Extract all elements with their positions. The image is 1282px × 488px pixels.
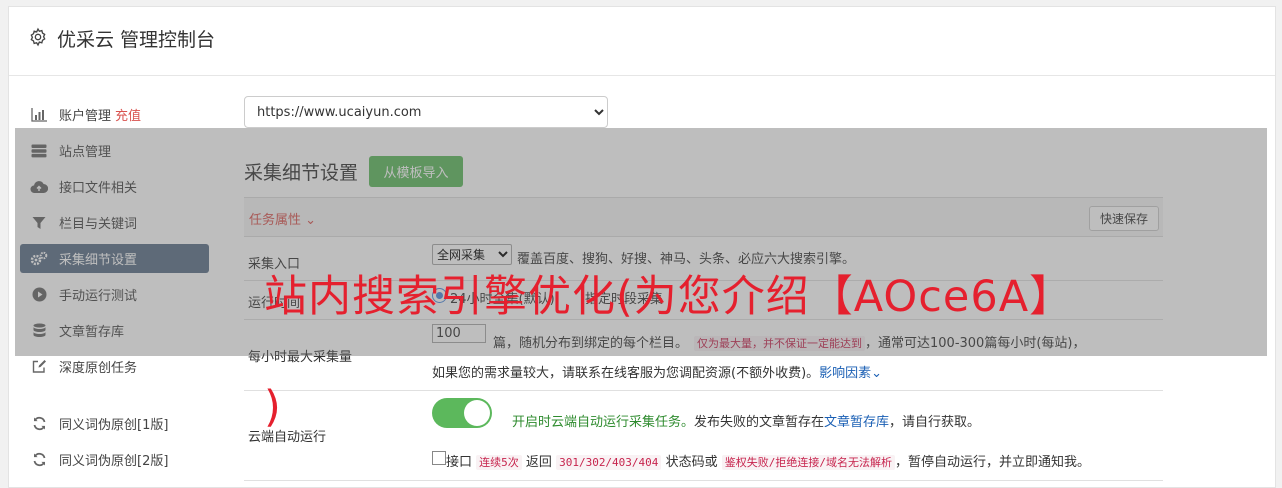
sidebar-item-account[interactable]: 账户管理 充值 [20,100,209,129]
pause-on-error-checkbox[interactable] [432,451,446,465]
impact-factors-label: 影响因素 [819,366,872,381]
cloud-auto-toggle[interactable] [432,398,492,428]
site-select[interactable]: https://www.ucaiyun.com [244,96,608,128]
sidebar-item-label: 账户管理 [59,109,112,124]
cloud-auto-text-end: ，请自行获取。 [889,415,981,430]
sidebar-item-label: 同义词伪原创[2版] [59,454,169,469]
pause-on-error-text: 接口 连续5次 返回 301/302/403/404 状态码或 鉴权失败/拒绝连… [446,451,1090,470]
refresh-icon [30,452,48,468]
impact-factors-link[interactable]: 影响因素⌄ [819,366,882,381]
pause-text-2: 返回 [525,455,552,470]
sidebar-item-label: 同义词伪原创[1版] [59,418,169,433]
edit-icon [30,359,48,375]
pause-code-3: 鉴权失败/拒绝连接/域名无法解析 [721,455,895,470]
pause-text-4: ，暂停自动运行，并立即通知我。 [894,455,1090,470]
article-storage-link[interactable]: 文章暂存库 [824,415,889,430]
cloud-auto-label: 云端自动运行 [248,430,327,445]
row-divider [244,390,1163,391]
pause-code-1: 连续5次 [476,455,522,470]
gear-icon [30,27,46,47]
sidebar-item-synonym-v1[interactable]: 同义词伪原创[1版] [20,409,209,438]
max-per-hour-line2: 如果您的需求量较大，请联系在线客服为您调配资源(不额外收费)。影响因素⌄ [432,362,882,381]
chevron-down-icon: ⌄ [871,366,883,381]
resource-contact-text: 如果您的需求量较大，请联系在线客服为您调配资源(不额外收费)。 [432,366,820,381]
sidebar-item-label: 深度原创任务 [59,361,138,376]
pause-text-3: 状态码或 [665,455,718,470]
row-divider [244,480,1163,481]
bar-chart-icon [30,107,48,123]
pause-code-2: 301/302/403/404 [556,455,662,470]
overlay-title-line2: ) [264,382,281,432]
sidebar-item-deep-original[interactable]: 深度原创任务 [20,352,209,381]
pause-text-1: 接口 [446,455,473,470]
overlay-title-line1: 站内搜索引擎优化(为您介绍【AOce6A】 [264,272,1074,322]
header: 优采云 管理控制台 [9,7,1275,76]
recharge-link[interactable]: 充值 [115,105,141,124]
cloud-auto-text: 发布失败的文章暂存在 [694,415,825,430]
cloud-auto-green-text: 开启时云端自动运行采集任务。 [512,415,695,430]
refresh-icon [30,416,48,432]
toggle-knob [464,400,490,426]
sidebar-item-synonym-v2[interactable]: 同义词伪原创[2版] [20,445,209,474]
page-title: 优采云 管理控制台 [57,29,216,51]
cloud-auto-desc: 开启时云端自动运行采集任务。发布失败的文章暂存在文章暂存库，请自行获取。 [512,411,980,430]
